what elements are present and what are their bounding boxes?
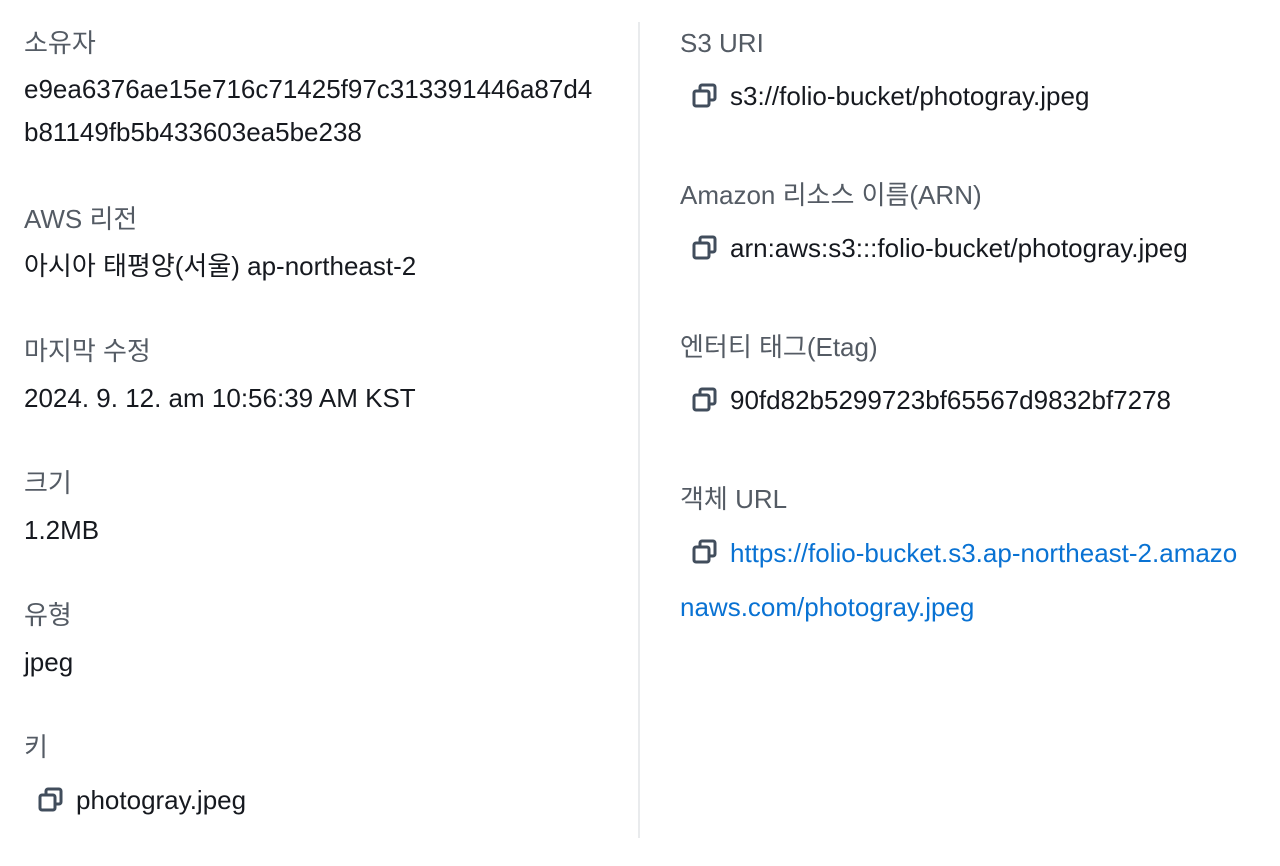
etag-value: 90fd82b5299723bf65567d9832bf7278 — [730, 385, 1172, 415]
size-label: 크기 — [24, 468, 72, 498]
etag-copy-row: 90fd82b5299723bf65567d9832bf7278 — [680, 384, 1260, 416]
arn-label: Amazon 리소스 이름(ARN) — [680, 180, 982, 210]
type-field: 유형 jpeg — [24, 600, 614, 678]
owner-value: e9ea6376ae15e716c71425f97c313391446a87d4… — [24, 74, 593, 147]
s3-uri-value: s3://folio-bucket/photogray.jpeg — [730, 81, 1090, 111]
copy-icon[interactable] — [36, 785, 66, 815]
size-field: 크기 1.2MB — [24, 468, 614, 546]
key-field: 키 photogray.jpeg — [24, 732, 614, 816]
last-modified-label: 마지막 수정 — [24, 336, 151, 366]
arn-field: Amazon 리소스 이름(ARN) arn:aws:s3:::folio-bu… — [680, 180, 1260, 264]
last-modified-field: 마지막 수정 2024. 9. 12. am 10:56:39 AM KST — [24, 336, 614, 414]
s3-uri-field: S3 URI s3://folio-bucket/photogray.jpeg — [680, 28, 1260, 112]
region-field: AWS 리전 아시아 태평양(서울) ap-northeast-2 — [24, 204, 614, 282]
arn-copy-row: arn:aws:s3:::folio-bucket/photogray.jpeg — [680, 232, 1260, 264]
copy-icon[interactable] — [690, 81, 720, 111]
key-copy-row: photogray.jpeg — [24, 784, 614, 816]
owner-label: 소유자 — [24, 28, 96, 58]
copy-icon[interactable] — [690, 537, 720, 567]
object-url-field: 객체 URL https://folio-bucket.s3.ap-northe… — [680, 484, 1260, 634]
object-url-copy-row: https://folio-bucket.s3.ap-northeast-2.a… — [680, 526, 1246, 634]
object-url-link[interactable]: https://folio-bucket.s3.ap-northeast-2.a… — [680, 538, 1237, 622]
s3-uri-copy-row: s3://folio-bucket/photogray.jpeg — [680, 80, 1260, 112]
etag-label: 엔터티 태그(Etag) — [680, 332, 878, 362]
key-value: photogray.jpeg — [76, 785, 247, 815]
copy-icon[interactable] — [690, 385, 720, 415]
etag-field: 엔터티 태그(Etag) 90fd82b5299723bf65567d9832b… — [680, 332, 1260, 416]
arn-value: arn:aws:s3:::folio-bucket/photogray.jpeg — [730, 233, 1188, 263]
column-divider — [638, 22, 640, 838]
last-modified-value: 2024. 9. 12. am 10:56:39 AM KST — [24, 383, 416, 413]
s3-uri-label: S3 URI — [680, 28, 764, 58]
region-label: AWS 리전 — [24, 204, 138, 234]
type-value: jpeg — [24, 647, 74, 677]
owner-field: 소유자 e9ea6376ae15e716c71425f97c313391446a… — [24, 28, 614, 154]
type-label: 유형 — [24, 600, 72, 630]
object-url-label: 객체 URL — [680, 484, 788, 514]
key-label: 키 — [24, 732, 48, 762]
size-value: 1.2MB — [24, 515, 100, 545]
copy-icon[interactable] — [690, 233, 720, 263]
region-value: 아시아 태평양(서울) ap-northeast-2 — [24, 251, 417, 281]
